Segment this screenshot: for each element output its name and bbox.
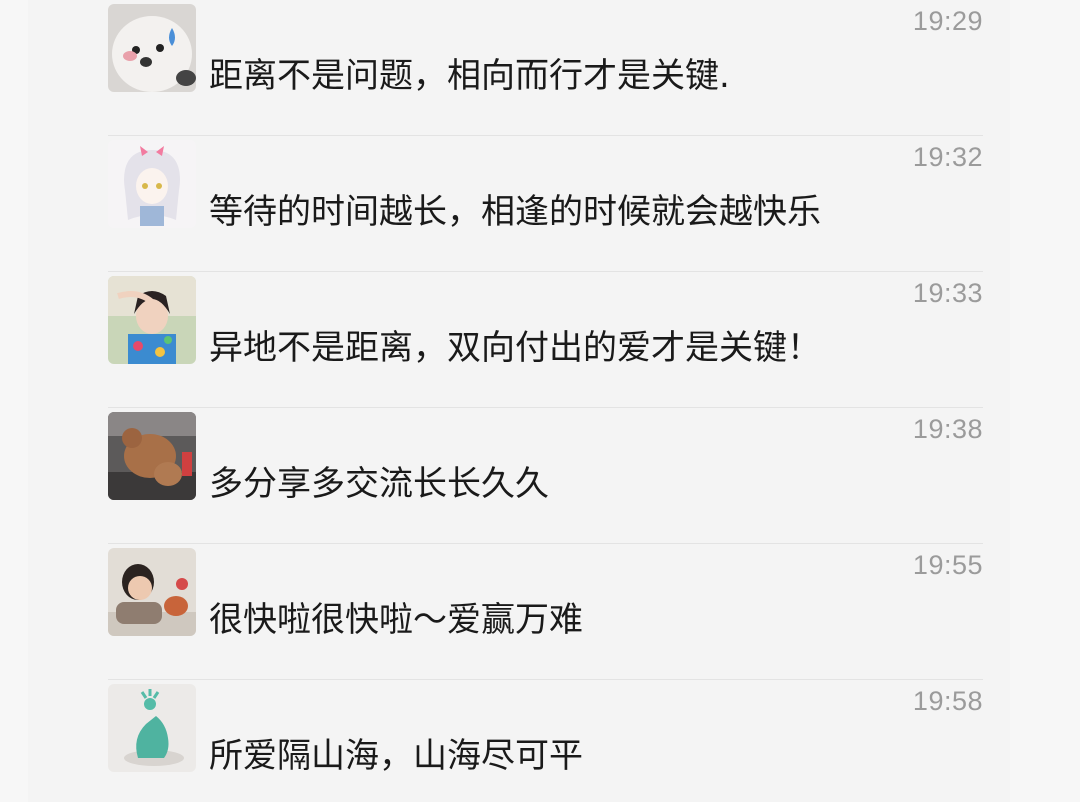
child-photo-avatar[interactable]	[108, 548, 196, 636]
comment-time: 19:55	[912, 550, 983, 580]
girl-photo-avatar[interactable]	[108, 276, 196, 364]
comment-item[interactable]: 19:33 异地不是距离，双向付出的爱才是关键！	[28, 272, 1010, 408]
comment-item[interactable]: 19:29 距离不是问题，相向而行才是关键.	[28, 0, 1010, 136]
comment-time: 19:58	[912, 686, 983, 716]
bottom-edge	[0, 802, 1080, 810]
comment-time: 19:38	[912, 414, 983, 444]
comment-text: 多分享多交流长长久久	[209, 464, 549, 504]
comment-text: 所爱隔山海，山海尽可平	[209, 736, 583, 776]
comment-time: 19:32	[912, 142, 983, 172]
comment-text: 距离不是问题，相向而行才是关键.	[209, 56, 730, 96]
comment-time: 19:33	[912, 278, 983, 308]
anime-girl-avatar[interactable]	[108, 140, 196, 228]
comment-time: 19:29	[912, 6, 983, 36]
comment-item[interactable]: 19:32 等待的时间越长，相逢的时候就会越快乐	[28, 136, 1010, 272]
comment-item[interactable]: 19:55 很快啦很快啦～爱赢万难	[28, 544, 1010, 680]
comment-text: 异地不是距离，双向付出的爱才是关键！	[209, 328, 821, 368]
comment-panel: 19:29 距离不是问题，相向而行才是关键. 19:32 等待的时间越长，相逢的…	[28, 0, 1010, 802]
comment-text: 很快啦很快啦～爱赢万难	[209, 600, 583, 640]
teddy-bear-avatar[interactable]	[108, 412, 196, 500]
figurine-avatar[interactable]	[108, 684, 196, 772]
comment-text: 等待的时间越长，相逢的时候就会越快乐	[209, 192, 821, 232]
comment-item[interactable]: 19:58 所爱隔山海，山海尽可平	[28, 680, 1010, 810]
comment-page: 19:29 距离不是问题，相向而行才是关键. 19:32 等待的时间越长，相逢的…	[0, 0, 1080, 810]
comment-item[interactable]: 19:38 多分享多交流长长久久	[28, 408, 1010, 544]
white-dog-avatar[interactable]	[108, 4, 196, 92]
